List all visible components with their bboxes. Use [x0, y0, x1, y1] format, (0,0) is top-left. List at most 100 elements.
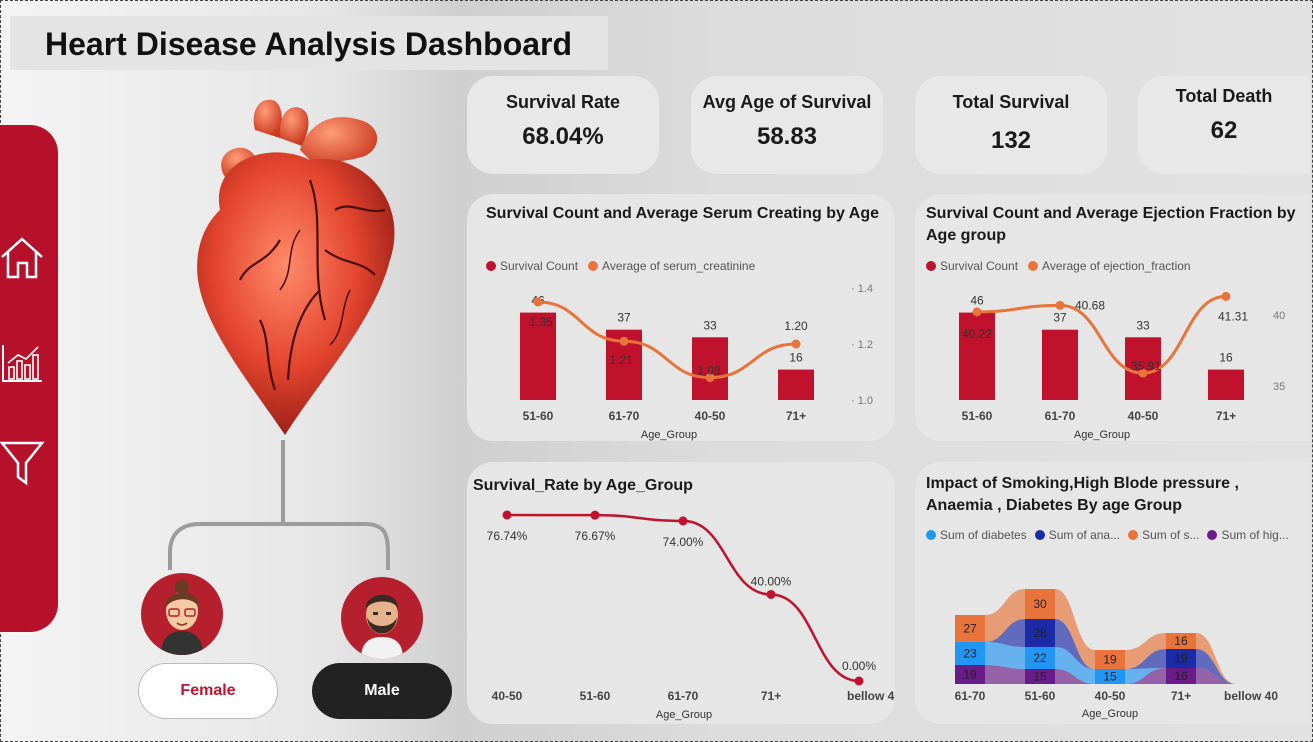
- line-value-label: 1.20: [784, 319, 808, 333]
- bar-chart-icon[interactable]: [0, 337, 46, 389]
- x-tick-label: bellow 40: [847, 689, 895, 703]
- x-axis-label: Age_Group: [656, 709, 712, 721]
- x-tick-label: 61-70: [1045, 409, 1076, 423]
- female-avatar: [141, 573, 223, 655]
- segment-value-label: 19: [1174, 652, 1188, 666]
- line-point: [791, 339, 801, 349]
- bar-value-label: 16: [1219, 351, 1233, 365]
- gender-tree-connector: [168, 440, 390, 570]
- x-tick-label: 51-60: [523, 409, 554, 423]
- line-value-label: 1.08: [697, 364, 721, 378]
- kpi-total-death: Total Death 62: [1138, 76, 1310, 174]
- bar: [1042, 329, 1078, 400]
- x-tick-label: 51-60: [962, 409, 993, 423]
- chart-risk-factors-svg: 23 22 15 28 19 27 30 19 16 19 15 16 61-70 51-60 40-50 7…: [955, 589, 1278, 720]
- home-icon[interactable]: [0, 231, 46, 283]
- line-value-label: 40.22: [962, 327, 992, 341]
- segment-value-label: 16: [1174, 669, 1188, 683]
- x-tick-label: 51-60: [1025, 689, 1056, 703]
- x-tick-label: 71+: [1171, 689, 1191, 703]
- line-value-label: 1.35: [529, 315, 553, 329]
- heart-illustration: [160, 90, 430, 450]
- data-label: 76.74%: [487, 529, 528, 543]
- x-tick-label: 71+: [1216, 409, 1236, 423]
- x-tick-label: 61-70: [609, 409, 640, 423]
- data-label: 76.67%: [575, 529, 616, 543]
- chart-card-survival-rate: Survival_Rate by Age_Group 76.74% 76.67% 7…: [467, 462, 895, 724]
- kpi-value: 62: [1210, 117, 1238, 144]
- y2-tick-label: 35: [1273, 381, 1285, 393]
- segment-value-label: 23: [963, 647, 977, 661]
- line-point: [502, 510, 512, 520]
- data-label: 40.00%: [751, 574, 792, 588]
- chart-card-risk-factors: Impact of Smoking,High Blode pressure , …: [915, 462, 1311, 724]
- segment-value-label: 19: [1103, 653, 1117, 667]
- segment-value-label: 19: [963, 668, 977, 682]
- x-tick-label: bellow 40: [1224, 689, 1278, 703]
- line-value-label: 1.21: [609, 353, 633, 367]
- line-point: [533, 297, 543, 307]
- sidebar-nav: [0, 125, 58, 632]
- chart-card-ejection: Survival Count and Average Ejection Frac…: [915, 194, 1311, 441]
- line-point: [766, 589, 776, 599]
- x-tick-label: 40-50: [492, 689, 523, 703]
- line-point: [1055, 300, 1065, 310]
- bar: [959, 312, 995, 400]
- line-point: [678, 516, 688, 526]
- female-filter-button[interactable]: Female: [138, 663, 278, 719]
- segment-value-label: 16: [1174, 634, 1188, 648]
- male-filter-button[interactable]: Male: [312, 663, 452, 719]
- x-axis-label: Age_Group: [1074, 429, 1130, 441]
- dashboard-title: Heart Disease Analysis Dashboard: [45, 26, 573, 62]
- chart-survival-rate-svg: 76.74% 76.67% 74.00% 40.00% 0.00% 40-50 51-60 6…: [487, 510, 895, 721]
- kpi-total-survival: Total Survival 132: [915, 76, 1107, 174]
- bar-value-label: 37: [617, 311, 631, 325]
- chart-card-serum: Survival Count and Average Serum Creatin…: [467, 194, 895, 441]
- x-tick-label: 40-50: [1095, 689, 1126, 703]
- line-point: [972, 307, 982, 317]
- x-tick-label: 40-50: [1128, 409, 1159, 423]
- kpi-label: Avg Age of Survival: [702, 92, 872, 112]
- x-tick-label: 61-70: [668, 689, 699, 703]
- data-label: 0.00%: [842, 659, 876, 673]
- x-axis-label: Age_Group: [641, 429, 697, 441]
- chart-serum-svg: 4651-603761-703340-501671+1.351.211.081.…: [520, 283, 873, 441]
- bar-value-label: 33: [703, 318, 717, 332]
- male-avatar: [341, 577, 423, 659]
- segment-value-label: 15: [1103, 670, 1117, 684]
- bar-value-label: 16: [789, 351, 803, 365]
- female-button-label: Female: [180, 682, 236, 699]
- kpi-avg-age-survival: Avg Age of Survival 58.83: [691, 76, 883, 174]
- line-value-label: 41.31: [1218, 309, 1248, 323]
- segment-value-label: 28: [1033, 626, 1047, 640]
- kpi-value: 132: [990, 127, 1032, 154]
- x-tick-label: 71+: [761, 689, 781, 703]
- segment-value-label: 27: [963, 622, 977, 636]
- y2-tick-label: · 1.0: [851, 395, 873, 407]
- y2-tick-label: · 1.4: [851, 283, 873, 295]
- line-point: [1221, 291, 1231, 301]
- segment-value-label: 30: [1033, 597, 1047, 611]
- segment-value-label: 22: [1033, 651, 1047, 665]
- x-tick-label: 61-70: [955, 689, 986, 703]
- bar-value-label: 37: [1053, 311, 1067, 325]
- line-series: [537, 300, 797, 380]
- y2-tick-label: · 1.2: [851, 339, 873, 351]
- kpi-value: 68.04%: [522, 123, 604, 150]
- bar: [1208, 369, 1244, 400]
- bar: [778, 369, 814, 400]
- x-axis-label: Age_Group: [1082, 708, 1138, 720]
- filter-icon[interactable]: [0, 437, 46, 489]
- line-point: [854, 676, 864, 686]
- title-banner: Heart Disease Analysis Dashboard: [10, 16, 608, 70]
- x-tick-label: 51-60: [580, 689, 611, 703]
- kpi-label: Total Survival: [952, 92, 1070, 112]
- bar-value-label: 46: [970, 294, 984, 308]
- segment-value-label: 15: [1033, 670, 1047, 684]
- data-label: 74.00%: [663, 535, 704, 549]
- kpi-survival-rate: Survival Rate 68.04%: [467, 76, 659, 174]
- kpi-label: Survival Rate: [505, 92, 621, 112]
- line-value-label: 35.91: [1131, 359, 1161, 373]
- kpi-label: Total Death: [1175, 86, 1273, 106]
- line-point: [619, 336, 629, 346]
